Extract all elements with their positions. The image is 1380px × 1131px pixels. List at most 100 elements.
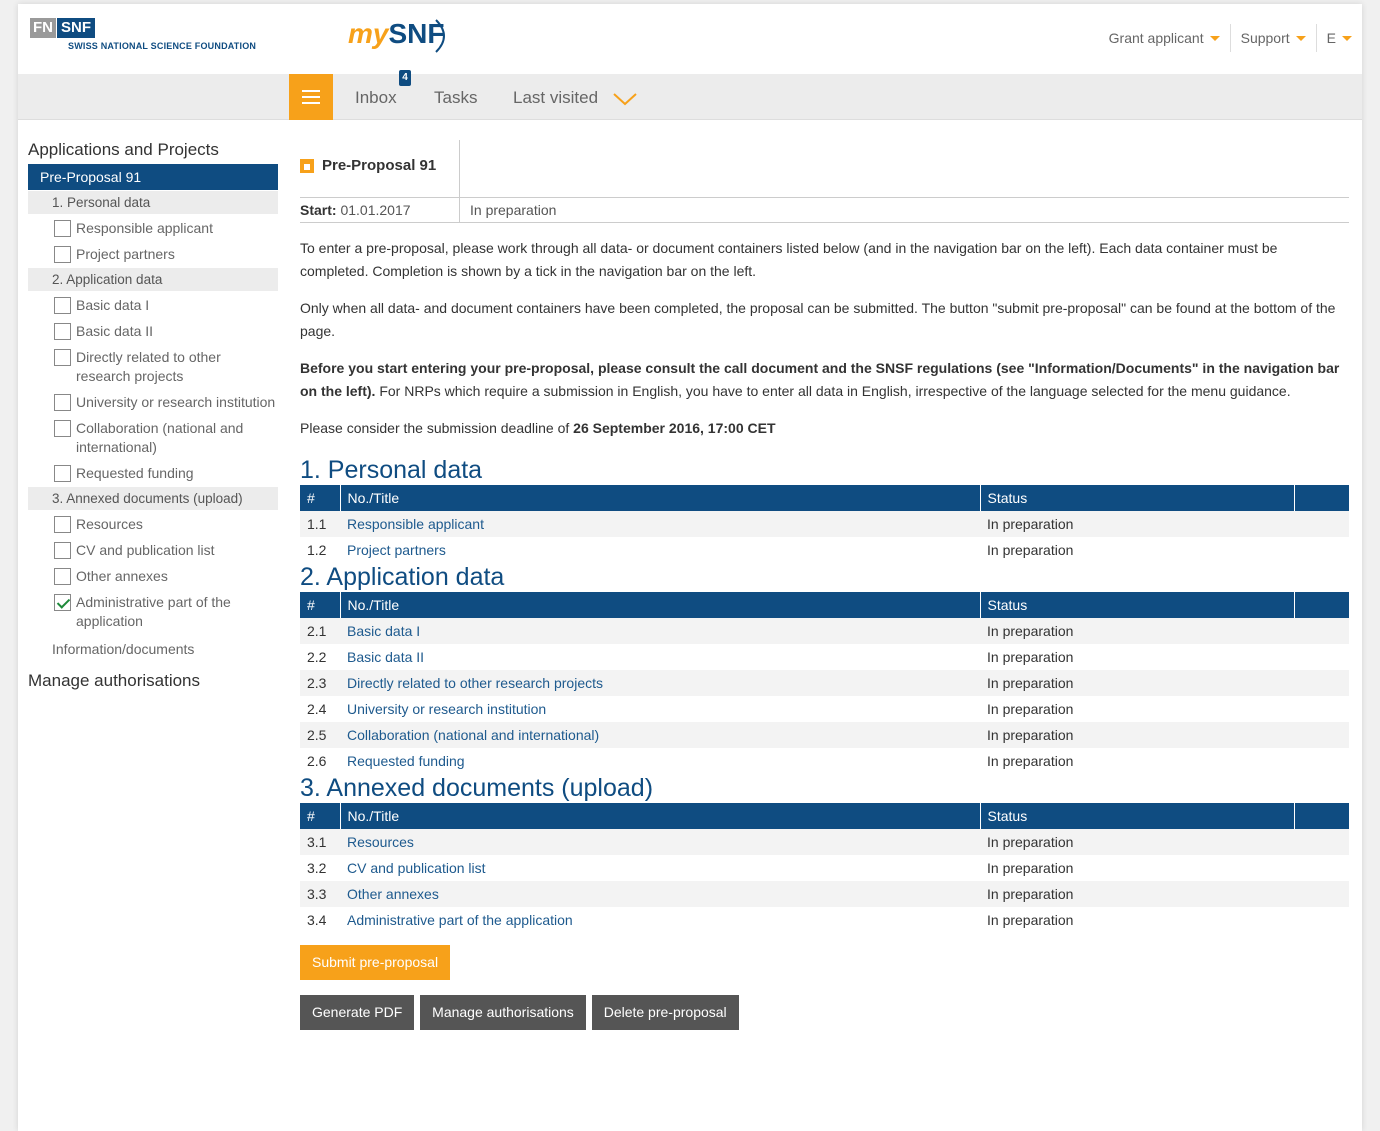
sidebar-item[interactable]: Requested funding	[28, 460, 278, 486]
table-row: 3.4 Administrative part of the applicatio…	[300, 907, 1349, 933]
sidebar-group[interactable]: 1. Personal data	[28, 191, 278, 214]
sidebar-item-information-documents[interactable]: Information/documents	[28, 634, 278, 661]
checkbox-icon	[54, 246, 71, 263]
checkbox-icon	[54, 420, 71, 437]
col-header-num: #	[300, 592, 341, 618]
grant-applicant-menu[interactable]: Grant applicant	[1099, 24, 1231, 52]
row-title-link[interactable]: Requested funding	[347, 753, 465, 769]
deadline-prefix: Please consider the submission deadline …	[300, 420, 574, 436]
row-title-link[interactable]: Resources	[347, 834, 414, 850]
col-header-title: No./Title	[340, 485, 981, 511]
sidebar-groups: 1. Personal data Responsible applicant Pro…	[28, 191, 278, 634]
project-title-cell: Pre-Proposal 91	[300, 140, 460, 197]
sidebar-item[interactable]: Project partners	[28, 241, 278, 267]
sidebar-item[interactable]: Responsible applicant	[28, 215, 278, 241]
grant-applicant-label: Grant applicant	[1108, 30, 1204, 46]
sidebar-item[interactable]: Collaboration (national and internationa…	[28, 415, 278, 460]
checkbox-icon	[54, 542, 71, 559]
sidebar-item-label: Directly related to other research proje…	[76, 349, 221, 384]
row-title-link[interactable]: Other annexes	[347, 886, 439, 902]
language-menu[interactable]: E	[1317, 24, 1362, 52]
generate-pdf-button[interactable]: Generate PDF	[300, 995, 415, 1030]
row-number: 1.2	[300, 537, 340, 563]
row-empty	[1294, 829, 1349, 855]
row-title-cell: Requested funding	[340, 748, 980, 774]
sidebar-item-pre-proposal[interactable]: Pre-Proposal 91	[28, 164, 278, 190]
deadline-date: 26 September 2016, 17:00 CET	[573, 420, 776, 436]
logo-snf-text: SNF	[57, 18, 95, 38]
menu-icon[interactable]	[289, 74, 333, 120]
logo-fn-text: FN	[30, 18, 56, 38]
row-status: In preparation	[980, 537, 1294, 563]
table-row: 2.4 University or research institution In …	[300, 696, 1349, 722]
col-header-title: No./Title	[340, 803, 981, 829]
chevron-down-icon[interactable]	[612, 92, 638, 106]
row-title-link[interactable]: Directly related to other research proje…	[347, 675, 603, 691]
row-title-link[interactable]: Basic data II	[347, 649, 424, 665]
row-title-link[interactable]: Collaboration (national and internationa…	[347, 727, 599, 743]
sidebar-item[interactable]: Basic data I	[28, 292, 278, 318]
last-visited-link[interactable]: Last visited	[513, 88, 598, 108]
col-header-num: #	[300, 485, 341, 511]
sidebar-item[interactable]: CV and publication list	[28, 537, 278, 563]
sidebar-group[interactable]: 2. Application data	[28, 268, 278, 291]
inbox-badge: 4	[399, 70, 411, 86]
mysnf-swoosh-icon	[435, 19, 446, 53]
section-heading: 3. Annexed documents (upload)	[300, 774, 654, 802]
row-title-link[interactable]: University or research institution	[347, 701, 546, 717]
app-frame: FN SNF SWISS NATIONAL SCIENCE FOUNDATION…	[18, 4, 1362, 1131]
start-label: Start:	[300, 202, 337, 218]
row-title-link[interactable]: Administrative part of the application	[347, 912, 573, 928]
row-status: In preparation	[980, 907, 1294, 933]
sidebar-item[interactable]: Other annexes	[28, 563, 278, 589]
row-number: 2.6	[300, 748, 340, 774]
delete-pre-proposal-button[interactable]: Delete pre-proposal	[591, 995, 739, 1030]
row-empty	[1294, 748, 1349, 774]
row-status: In preparation	[980, 511, 1294, 537]
col-header-empty	[1294, 592, 1349, 618]
logo-subtitle: SWISS NATIONAL SCIENCE FOUNDATION	[68, 41, 257, 51]
snf-logo[interactable]: FN SNF SWISS NATIONAL SCIENCE FOUNDATION	[30, 18, 256, 51]
mysnf-logo[interactable]: mySNF	[348, 18, 446, 58]
sidebar-item-label: Collaboration (national and internationa…	[76, 420, 244, 455]
table-row: 2.5 Collaboration (national and internati…	[300, 722, 1349, 748]
sidebar-heading[interactable]: Applications and Projects	[28, 140, 278, 160]
row-title-link[interactable]: CV and publication list	[347, 860, 486, 876]
col-header-title: No./Title	[340, 592, 981, 618]
caret-down-icon	[1209, 35, 1220, 41]
sidebar-item[interactable]: Resources	[28, 511, 278, 537]
col-header-empty	[1294, 485, 1349, 511]
row-empty	[1294, 511, 1349, 537]
row-title-cell: CV and publication list	[340, 855, 980, 881]
row-number: 3.4	[300, 907, 340, 933]
submit-pre-proposal-button[interactable]: Submit pre-proposal	[300, 945, 451, 980]
sidebar-group[interactable]: 3. Annexed documents (upload)	[28, 487, 278, 510]
row-status: In preparation	[980, 855, 1294, 881]
tasks-link[interactable]: Tasks	[434, 88, 477, 108]
sidebar-item[interactable]: Administrative part of the application	[28, 589, 278, 634]
row-title-cell: Resources	[340, 829, 980, 855]
row-title-cell: Other annexes	[340, 881, 980, 907]
sidebar-item[interactable]: University or research institution	[28, 389, 278, 415]
row-number: 3.2	[300, 855, 340, 881]
sidebar-item-manage-authorisations[interactable]: Manage authorisations	[28, 671, 278, 691]
sidebar-item[interactable]: Directly related to other research proje…	[28, 344, 278, 389]
support-menu[interactable]: Support	[1231, 24, 1317, 52]
table-row: 2.6 Requested funding In preparation	[300, 748, 1349, 774]
row-title-link[interactable]: Responsible applicant	[347, 516, 484, 532]
row-title-link[interactable]: Basic data I	[347, 623, 420, 639]
checkbox-icon	[54, 323, 71, 340]
row-empty	[1294, 696, 1349, 722]
sidebar-item[interactable]: Basic data II	[28, 318, 278, 344]
manage-authorisations-button[interactable]: Manage authorisations	[420, 995, 586, 1030]
row-title-cell: Administrative part of the application	[340, 907, 980, 933]
row-status: In preparation	[980, 670, 1294, 696]
sidebar-item-label: Requested funding	[76, 465, 194, 481]
main-content: Pre-Proposal 91 Start: 01.01.2017 In pre…	[300, 140, 1349, 1030]
intro-paragraph-2: Only when all data- and document contain…	[300, 300, 1336, 339]
table-row: 2.2 Basic data II In preparation	[300, 644, 1349, 670]
inbox-link[interactable]: Inbox	[355, 88, 397, 108]
table-row: 3.2 CV and publication list In preparation	[300, 855, 1349, 881]
row-title-link[interactable]: Project partners	[347, 542, 446, 558]
col-header-empty	[1294, 803, 1349, 829]
